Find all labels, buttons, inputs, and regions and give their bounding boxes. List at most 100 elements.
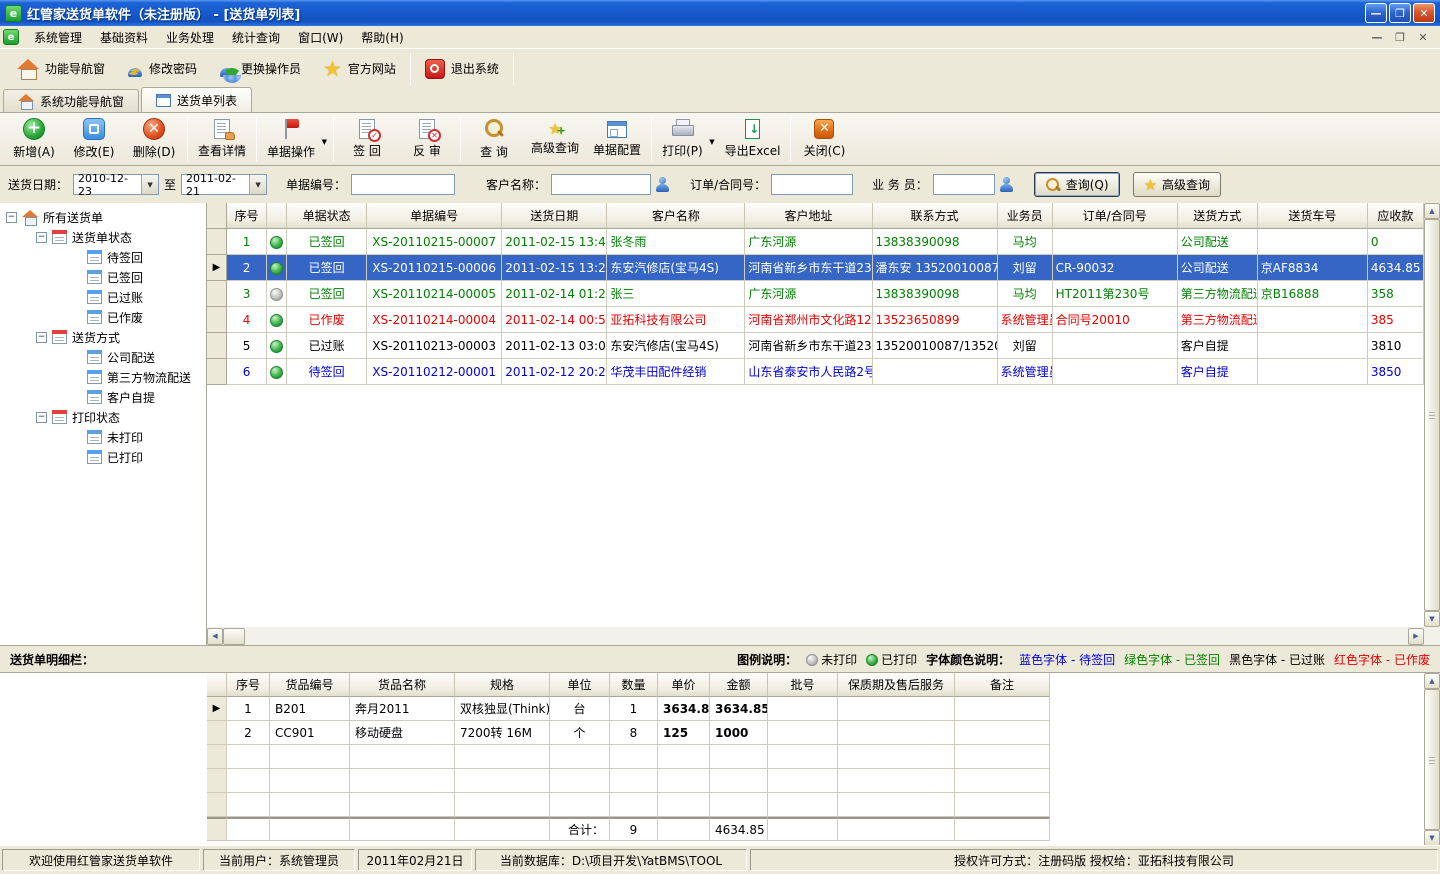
detail-column-header[interactable]: 批号	[768, 673, 838, 697]
close-view-button[interactable]: ✕ 关闭(C)	[794, 115, 854, 164]
menu-item[interactable]: 业务处理	[157, 26, 223, 49]
change-password-button[interactable]: 修改密码	[116, 53, 208, 85]
filter-advanced-query-button[interactable]: ★ 高级查询	[1133, 172, 1221, 197]
tree-item[interactable]: 已打印	[0, 447, 206, 467]
scrollbar-thumb[interactable]	[1424, 219, 1440, 611]
menu-item[interactable]: 统计查询	[223, 26, 289, 49]
collapse-toggle-icon[interactable]: −	[36, 232, 47, 243]
tree-item[interactable]: 公司配送	[0, 347, 206, 367]
orders-column-header[interactable]: 送货车号	[1258, 203, 1368, 229]
detail-vertical-scrollbar[interactable]: ▲ ▼	[1424, 673, 1440, 846]
contract-input[interactable]	[771, 174, 853, 195]
orders-column-header[interactable]: 联系方式	[873, 203, 998, 229]
dropdown-arrow-icon[interactable]: ▼	[322, 138, 327, 146]
view-detail-button[interactable]: 查看详情	[191, 115, 253, 164]
orders-column-header[interactable]: 应收款	[1368, 203, 1424, 229]
tab-system-navigator[interactable]: 系统功能导航窗	[3, 89, 139, 112]
collapse-toggle-icon[interactable]: −	[36, 412, 47, 423]
mdi-close-button[interactable]: ✕	[1413, 28, 1433, 46]
detail-empty-row[interactable]	[207, 793, 1050, 817]
detail-column-header[interactable]: 序号	[227, 673, 270, 697]
orders-column-header[interactable]: 客户地址	[745, 203, 872, 229]
filter-query-button[interactable]: 查询(Q)	[1034, 172, 1120, 197]
scroll-right-icon[interactable]: ▶	[1408, 628, 1424, 645]
detail-column-header[interactable]: 货品编号	[270, 673, 350, 697]
detail-column-header[interactable]: 保质期及售后服务	[838, 673, 955, 697]
orders-column-header[interactable]: 送货日期	[502, 203, 607, 229]
date-from-picker[interactable]: 2010-12-23 ▼	[73, 174, 159, 195]
print-button[interactable]: 打印(P) ▼	[655, 115, 718, 164]
tree-item[interactable]: 客户自提	[0, 387, 206, 407]
date-to-picker[interactable]: 2011-02-21 ▼	[181, 174, 267, 195]
orders-column-header[interactable]: 单据编号	[367, 203, 502, 229]
nav-home-button[interactable]: 功能导航窗	[6, 53, 116, 85]
detail-column-header[interactable]: 备注	[955, 673, 1050, 697]
delete-button[interactable]: ✕ 删除(D)	[124, 115, 184, 164]
detail-column-header[interactable]: 金额	[710, 673, 768, 697]
query-button[interactable]: 查 询	[464, 115, 524, 164]
scroll-left-icon[interactable]: ◀	[207, 628, 223, 645]
detail-column-header[interactable]: 货品名称	[350, 673, 455, 697]
tree-item[interactable]: 未打印	[0, 427, 206, 447]
menu-item[interactable]: 帮助(H)	[352, 26, 412, 49]
switch-operator-button[interactable]: 更换操作员	[208, 53, 312, 85]
detail-row[interactable]: 2CC901移动硬盘7200转 16M个81251000	[207, 721, 1050, 745]
sign-back-button[interactable]: ✓ 签 回	[337, 115, 397, 164]
dropdown-arrow-icon[interactable]: ▼	[709, 138, 714, 146]
order-row[interactable]: 3已签回XS-20110214-000052011-02-14 01:22张三广…	[207, 281, 1424, 307]
exit-system-button[interactable]: 退出系统	[414, 53, 510, 85]
doc-no-input[interactable]	[351, 174, 455, 195]
tree-item[interactable]: 已过账	[0, 287, 206, 307]
minimize-button[interactable]: —	[1365, 3, 1387, 23]
official-website-button[interactable]: ★ 官方网站	[312, 53, 407, 85]
salesman-picker-icon[interactable]	[1000, 177, 1013, 192]
detail-empty-row[interactable]	[207, 769, 1050, 793]
restore-button[interactable]: ❐	[1389, 3, 1411, 23]
tree-item[interactable]: −所有送货单	[0, 207, 206, 227]
order-row[interactable]: 1已签回XS-20110215-000072011-02-15 13:42张冬雨…	[207, 229, 1424, 255]
salesman-input[interactable]	[933, 174, 995, 195]
order-row[interactable]: ▶2已签回XS-20110215-000062011-02-15 13:22东安…	[207, 255, 1424, 281]
orders-horizontal-scrollbar[interactable]: ◀ ▶	[207, 627, 1440, 645]
collapse-toggle-icon[interactable]: −	[36, 332, 47, 343]
order-row[interactable]: 4已作废XS-20110214-000042011-02-14 00:57亚拓科…	[207, 307, 1424, 333]
scrollbar-thumb[interactable]	[1424, 689, 1440, 830]
collapse-toggle-icon[interactable]: −	[6, 212, 17, 223]
orders-vertical-scrollbar[interactable]: ▲ ▼	[1424, 203, 1440, 627]
tree-item[interactable]: −送货单状态	[0, 227, 206, 247]
orders-column-header[interactable]: 序号	[227, 203, 267, 229]
orders-column-header[interactable]: 订单/合同号	[1053, 203, 1178, 229]
tree-item[interactable]: 已作废	[0, 307, 206, 327]
customer-picker-icon[interactable]	[656, 177, 669, 192]
tree-item[interactable]: 待签回	[0, 247, 206, 267]
detail-column-header[interactable]: 数量	[610, 673, 658, 697]
orders-column-header[interactable]	[267, 203, 287, 229]
customer-input[interactable]	[551, 174, 651, 195]
detail-row[interactable]: ▶1B201奔月2011双核独显(Think)台13634.853634.85	[207, 697, 1050, 721]
chevron-down-icon[interactable]: ▼	[249, 175, 266, 194]
scroll-up-icon[interactable]: ▲	[1424, 203, 1440, 219]
orders-column-header[interactable]: 单据状态	[287, 203, 367, 229]
tree-item[interactable]: 第三方物流配送	[0, 367, 206, 387]
detail-empty-row[interactable]	[207, 745, 1050, 769]
mdi-minimize-button[interactable]: —	[1367, 28, 1387, 46]
doc-operation-button[interactable]: 单据操作 ▼	[260, 115, 330, 164]
mdi-restore-button[interactable]: ❐	[1390, 28, 1410, 46]
reverse-audit-button[interactable]: ✕ 反 审	[397, 115, 457, 164]
close-button[interactable]: ✕	[1413, 3, 1435, 23]
orders-column-header[interactable]: 客户名称	[607, 203, 745, 229]
orders-column-header[interactable]: 业务员	[998, 203, 1053, 229]
tree-item[interactable]: −打印状态	[0, 407, 206, 427]
detail-column-header[interactable]: 单价	[658, 673, 710, 697]
detail-column-header[interactable]: 单位	[550, 673, 610, 697]
tab-delivery-order-list[interactable]: 送货单列表	[141, 87, 252, 112]
add-button[interactable]: + 新增(A)	[4, 115, 64, 164]
tree-item[interactable]: −送货方式	[0, 327, 206, 347]
doc-config-button[interactable]: 单据配置	[586, 115, 648, 164]
chevron-down-icon[interactable]: ▼	[141, 175, 158, 194]
order-row[interactable]: 6待签回XS-20110212-000012011-02-12 20:29华茂丰…	[207, 359, 1424, 385]
tree-item[interactable]: 已签回	[0, 267, 206, 287]
menu-item[interactable]: 系统管理	[25, 26, 91, 49]
scroll-down-icon[interactable]: ▼	[1424, 830, 1440, 846]
edit-button[interactable]: 修改(E)	[64, 115, 124, 164]
